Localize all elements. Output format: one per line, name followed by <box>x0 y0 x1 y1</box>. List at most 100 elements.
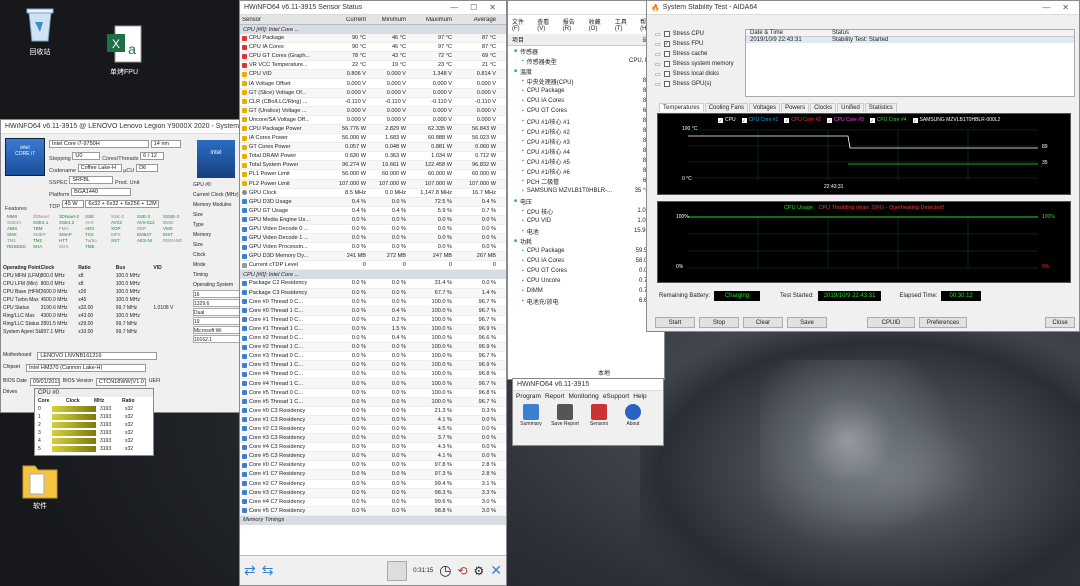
sensor-row[interactable]: Core #4 Thread 0 C... 0.0 % 0.0 % 100.0 % 96… <box>240 370 506 380</box>
aida-menu-item[interactable]: 收藏(O) <box>589 17 609 32</box>
sensor-group-header[interactable]: CPU [#0]: Intel Core ... <box>240 270 506 280</box>
stress-checkbox[interactable] <box>663 61 670 67</box>
sensor-row[interactable]: Core #5 Thread 1 C... 0.0 % 0.0 % 100.0 % 96… <box>240 397 506 407</box>
reset-icon[interactable]: ⟲ <box>457 564 467 578</box>
col-header-4[interactable]: Average <box>454 17 498 23</box>
sensor-row[interactable]: GPU Clock 8.5 MHz 0.0 MHz 1,147.8 MHz 16.7 M… <box>240 188 506 198</box>
sensor-row[interactable]: Core #0 C7 Residency 0.0 % 0.0 % 97.8 % 2.8 … <box>240 461 506 471</box>
sensor-row[interactable]: Core #0 C3 Residency 0.0 % 0.0 % 21.3 % 0.3 … <box>240 406 506 416</box>
tree-group[interactable]: ■ 传感器 <box>514 46 664 56</box>
sensor-row[interactable]: CPU GT Cores (Graph... 78 °C 43 °C 72 °C 69 … <box>240 52 506 62</box>
tree-item[interactable]: ▪CPU GT Cores69 °C <box>514 106 664 116</box>
sensor-row[interactable]: Core #4 Thread 1 C... 0.0 % 0.0 % 100.0 % 96… <box>240 379 506 389</box>
close-icon[interactable]: ✕ <box>489 3 496 12</box>
sensor-row[interactable]: Total DRAM Power 0.630 W 0.363 W 1.034 W 0.7… <box>240 152 506 162</box>
sensor-row[interactable]: Core #1 C7 Residency 0.0 % 0.0 % 97.3 % 2.8 … <box>240 470 506 480</box>
sensor-row[interactable]: Core #5 C3 Residency 0.0 % 0.0 % 4.1 % 0.0 % <box>240 452 506 462</box>
stability-title-bar[interactable]: 🔥 System Stability Test - AIDA64 — ✕ <box>647 1 1079 15</box>
sensor-group-header[interactable]: Memory Timings <box>240 515 506 525</box>
stress-option[interactable]: ▭ Stress system memory <box>655 59 741 69</box>
col-header-1[interactable]: Current <box>328 17 368 23</box>
sensor-row[interactable]: PL2 Power Limit 107.000 W 107.000 W 107.000… <box>240 179 506 189</box>
sensor-row[interactable]: Core #4 C7 Residency 0.0 % 0.0 % 99.6 % 3.0 … <box>240 497 506 507</box>
software-folder-desktop-icon[interactable]: 软件 <box>10 458 70 511</box>
col-header-3[interactable]: Maximum <box>408 17 454 23</box>
sensor-row[interactable]: PL1 Power Limit 56.000 W 60.000 W 60.000 W 6… <box>240 170 506 180</box>
launcher-tool-3[interactable]: About <box>618 404 648 427</box>
maximize-icon[interactable]: ☐ <box>470 3 477 12</box>
recycle-bin-desktop-icon[interactable]: 回收站 <box>10 4 70 57</box>
stress-option[interactable]: ▭ Stress CPU <box>655 29 741 39</box>
sensor-row[interactable]: Core #4 C3 Residency 0.0 % 0.0 % 4.3 % 0.0 % <box>240 443 506 453</box>
sensor-row[interactable]: Core #2 C7 Residency 0.0 % 0.0 % 99.4 % 3.1 … <box>240 479 506 489</box>
sensor-row[interactable]: Uncore/SA Voltage Off... 0.000 V 0.000 V 0.… <box>240 115 506 125</box>
sensor-row[interactable]: Core #3 Thread 0 C... 0.0 % 0.0 % 100.0 % 96… <box>240 352 506 362</box>
aida-menu-item[interactable]: 文件(F) <box>512 17 531 32</box>
sensor-row[interactable]: GPU Media Engine Us... 0.0 % 0.0 % 0.0 % 0.0… <box>240 215 506 225</box>
tree-item[interactable]: ▪ 传感器类型 CPU, HDD <box>514 56 664 66</box>
stress-option[interactable]: ▭ Stress cache <box>655 49 741 59</box>
tree-item[interactable]: ▪CPU VID1.018 V <box>514 216 664 226</box>
stress-checkbox[interactable]: ✓ <box>663 41 670 47</box>
tab-statistics[interactable]: Statistics <box>864 103 897 112</box>
stress-checkbox[interactable] <box>663 31 670 37</box>
cpuid-button[interactable]: CPUID <box>867 317 915 328</box>
start-button[interactable]: Start <box>655 317 695 328</box>
sensor-row[interactable]: CPU VID 0.806 V 0.000 V 1.348 V 0.814 V <box>240 70 506 80</box>
sensor-row[interactable]: Core #1 Thread 0 C... 0.0 % 0.2 % 100.0 % 96… <box>240 315 506 325</box>
tree-item[interactable]: ▪CPU #1/核心 #285 °C <box>514 126 664 136</box>
sensor-row[interactable]: Core #3 C3 Residency 0.0 % 0.0 % 3.7 % 0.0 % <box>240 434 506 444</box>
sensor-row[interactable]: VR VCC Temperature... 22 °C 19 °C 23 °C 21 °… <box>240 61 506 71</box>
launcher-title-bar[interactable]: HWiNFO64 v6.11-3915 <box>513 379 663 391</box>
launcher-menu-esupport[interactable]: eSupport <box>603 393 629 400</box>
aida64-title-bar[interactable]: — <box>508 1 664 15</box>
stress-checkbox[interactable] <box>663 81 670 87</box>
minimize-icon[interactable]: — <box>450 3 458 12</box>
sensor-row[interactable]: CPU IA Cores 90 °C 46 °C 97 °C 87 °C <box>240 43 506 53</box>
sensor-row[interactable]: Total System Power 96.274 W 19.661 W 122.45… <box>240 161 506 171</box>
tree-item[interactable]: ▪DIMM0.72 W <box>514 286 664 296</box>
close-sensors-icon[interactable]: ✕ <box>490 562 502 579</box>
sensor-row[interactable]: Core #2 Thread 1 C... 0.0 % 0.0 % 100.0 % 96… <box>240 343 506 353</box>
close-icon[interactable]: ✕ <box>1062 3 1069 12</box>
tree-item[interactable]: ▪电池15.964 V <box>514 226 664 236</box>
sensor-row[interactable]: Core #1 C3 Residency 0.0 % 0.0 % 4.1 % 0.0 % <box>240 415 506 425</box>
sensor-row[interactable]: IA Voltage Offset 0.000 V 0.000 V 0.000 V 0.… <box>240 79 506 89</box>
launcher-menu-monitoring[interactable]: Monitoring <box>568 393 598 400</box>
summary-title-bar[interactable]: HWiNFO64 v6.11-3915 @ LENOVO Lenovo Legi… <box>1 120 249 134</box>
col-header-0[interactable]: Sensor <box>240 17 328 23</box>
tab-cooling-fans[interactable]: Cooling Fans <box>704 103 749 112</box>
launcher-tool-1[interactable]: Save Report <box>550 404 580 427</box>
excel-file-desktop-icon[interactable]: Xa 单烤FPU <box>94 24 154 77</box>
sensor-row[interactable]: GT Cores Power 0.057 W 0.048 W 0.881 W 0.060… <box>240 143 506 153</box>
tree-group[interactable]: ■ 温度 <box>514 66 664 76</box>
close-button[interactable]: Close <box>1045 317 1075 328</box>
tree-item[interactable]: ▪CPU IA Cores58.08 W <box>514 256 664 266</box>
sensor-row[interactable]: Core #2 Thread 0 C... 0.0 % 0.4 % 100.0 % 96… <box>240 334 506 344</box>
tree-item[interactable]: ▪SAMSUNG MZVLB1T0HBLR-...35 °C / 3 <box>514 186 664 196</box>
tree-item[interactable]: ▪CPU #1/核心 #484 °C <box>514 146 664 156</box>
stress-option[interactable]: ▭ Stress GPU(s) <box>655 79 741 89</box>
aida64-sensor-tree[interactable]: ■传感器▪传感器类型CPU, HDD■温度▪中央处理器(CPU)89 °C▪CP… <box>508 46 664 306</box>
tree-group[interactable]: ■ 功耗 <box>514 236 664 246</box>
tab-temperatures[interactable]: Temperatures <box>659 103 704 112</box>
sensor-row[interactable]: GT (Slice) Voltage Of... 0.000 V 0.000 V 0.… <box>240 88 506 98</box>
stress-checkbox[interactable] <box>663 51 670 57</box>
sensor-group-header[interactable]: CPU [#0]: Intel Core ... <box>240 25 506 34</box>
tree-item[interactable]: ▪CPU GT Cores0.09 W <box>514 266 664 276</box>
launcher-menu-program[interactable]: Program <box>516 393 541 400</box>
tree-item[interactable]: ▪CPU #1/核心 #189 °C <box>514 116 664 126</box>
settings-icon[interactable]: ⚙ <box>474 564 485 578</box>
col-header-2[interactable]: Minimum <box>368 17 408 23</box>
stop-button[interactable]: Stop <box>699 317 739 328</box>
network-icon[interactable] <box>387 560 408 581</box>
tree-item[interactable]: ▪CPU Package89 °C <box>514 86 664 96</box>
tab-unified[interactable]: Unified <box>837 103 864 112</box>
minimize-icon[interactable]: — <box>1042 3 1050 12</box>
sensor-row[interactable]: GT (Unslice) Voltage ... 0.000 V 0.000 V 0.… <box>240 106 506 116</box>
tab-clocks[interactable]: Clocks <box>810 103 837 112</box>
tree-group[interactable]: ■ 电压 <box>514 196 664 206</box>
tree-item[interactable]: ▪PCH 二极管65 °C <box>514 176 664 186</box>
sensor-list[interactable]: CPU [#0]: Intel Core ... CPU Package 90 °C… <box>240 25 506 525</box>
sensor-row[interactable]: GPU D3D Memory Dy... 241 MB 272 MB 247 MB 26… <box>240 252 506 262</box>
